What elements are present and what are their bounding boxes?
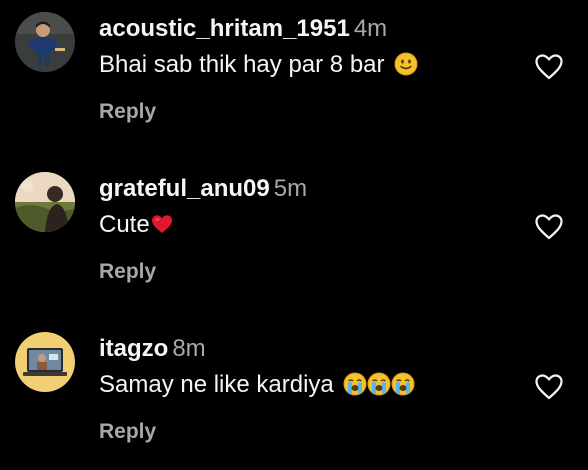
- username[interactable]: grateful_anu09: [99, 175, 270, 202]
- avatar[interactable]: [15, 332, 75, 392]
- username[interactable]: itagzo: [99, 335, 168, 362]
- comment-header: itagzo 8m: [99, 332, 206, 366]
- loudly-crying-face-icon: [391, 372, 415, 396]
- loudly-crying-face-icon: [343, 372, 367, 396]
- reply-button[interactable]: Reply: [99, 257, 156, 287]
- comment-text-content: Bhai sab thik hay par 8 bar: [99, 51, 385, 78]
- reply-button[interactable]: Reply: [99, 417, 156, 447]
- comment-text: Bhai sab thik hay par 8 bar: [99, 48, 418, 82]
- loudly-crying-face-icon: [367, 372, 391, 396]
- heart-outline-icon: [535, 214, 563, 240]
- heart-outline-icon: [535, 54, 563, 80]
- timestamp: 4m: [353, 15, 388, 42]
- reply-button[interactable]: Reply: [99, 97, 156, 127]
- comment-header: acoustic_hritam_1951 4m: [99, 12, 387, 46]
- like-button[interactable]: [533, 211, 565, 243]
- comment-header: grateful_anu09 5m: [99, 172, 307, 206]
- comment-text: Cute: [99, 208, 174, 242]
- avatar[interactable]: [15, 12, 75, 72]
- comment-item: itagzo 8m Samay ne like kardiya Reply: [0, 320, 588, 470]
- like-button[interactable]: [533, 371, 565, 403]
- comment-text-content: Cute: [99, 211, 150, 238]
- red-heart-icon: [150, 212, 174, 236]
- timestamp: 8m: [172, 335, 206, 362]
- comment-item: acoustic_hritam_1951 4m Bhai sab thik hay…: [0, 0, 588, 150]
- like-button[interactable]: [533, 51, 565, 83]
- slightly-smiling-face-icon: [394, 52, 418, 76]
- comment-item: grateful_anu09 5m Cute Reply: [0, 160, 588, 310]
- timestamp: 5m: [273, 175, 308, 202]
- comment-text: Samay ne like kardiya: [99, 368, 415, 402]
- heart-outline-icon: [535, 374, 563, 400]
- comment-text-content: Samay ne like kardiya: [99, 371, 334, 398]
- avatar[interactable]: [15, 172, 75, 232]
- username[interactable]: acoustic_hritam_1951: [99, 15, 350, 42]
